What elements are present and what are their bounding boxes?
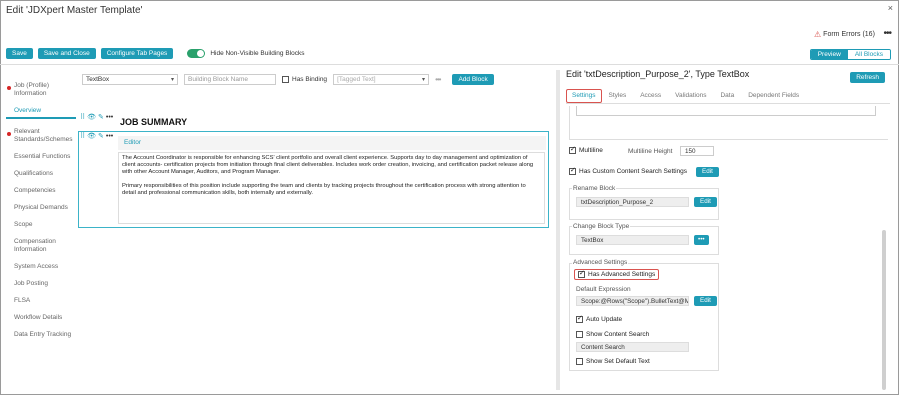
more-options-icon[interactable]: ••• <box>883 28 891 39</box>
hide-non-visible-label: Hide Non-Visible Building Blocks <box>210 50 305 57</box>
has-advanced-box <box>578 269 585 278</box>
multiline-checkbox[interactable]: Multiline <box>569 145 603 154</box>
multiline-box <box>569 145 576 154</box>
toolbar: Save Save and Close Configure Tab Pages … <box>6 48 305 59</box>
editor-paragraph: The Account Coordinator is responsible f… <box>122 155 534 176</box>
form-errors-link[interactable]: ⚠ Form Errors (16) <box>814 30 875 39</box>
custom-search-edit-button[interactable]: Edit <box>696 167 719 177</box>
tab-settings[interactable]: Settings <box>566 89 602 103</box>
sidebar-item-compensation[interactable]: Compensation Information <box>6 238 76 254</box>
show-content-search-label: Show Content Search <box>586 331 650 338</box>
drag-handle-icon[interactable]: ⠿ <box>80 113 85 121</box>
default-expression-label: Default Expression <box>576 286 631 293</box>
chevron-down-icon: ▾ <box>422 77 426 83</box>
custom-search-label: Has Custom Content Search Settings <box>579 168 688 175</box>
default-expression-edit-button[interactable]: Edit <box>694 296 717 306</box>
eye-icon[interactable]: 👁 <box>87 113 96 121</box>
block-type-field[interactable]: TextBox <box>576 235 689 245</box>
toolbar-divider <box>0 64 899 65</box>
block-type-value: TextBox <box>86 76 110 83</box>
auto-update-checkbox[interactable]: Auto Update <box>576 314 623 323</box>
canvas-scrollbar[interactable] <box>556 70 560 390</box>
block-type-more-button[interactable]: ••• <box>694 235 709 245</box>
heading-block-tools: ⠿ 👁 ✎ ••• <box>80 113 113 122</box>
configure-tab-pages-button[interactable]: Configure Tab Pages <box>100 48 174 59</box>
building-block-name-input[interactable]: Building Block Name <box>184 74 276 85</box>
editor-paragraph: Primary responsibilities of this positio… <box>122 182 526 196</box>
close-icon[interactable]: × <box>888 3 893 13</box>
rename-edit-button[interactable]: Edit <box>694 197 717 207</box>
show-content-search-checkbox[interactable]: Show Content Search <box>576 331 649 338</box>
sidebar-item-qualifications[interactable]: Qualifications <box>6 170 76 178</box>
multiline-label: Multiline <box>579 147 603 154</box>
editor-label: Editor <box>118 136 546 150</box>
default-expression-field[interactable]: Scope:@Rows("Scope").BulletText@M <box>576 296 689 306</box>
content-search-field[interactable]: Content Search <box>576 342 689 352</box>
settings-panel: Multiline Multiline Height 150 Has Custo… <box>566 106 888 390</box>
show-set-default-label: Show Set Default Text <box>586 358 650 365</box>
sidebar-item-workflow-details[interactable]: Workflow Details <box>6 314 76 322</box>
sidebar-item-flsa[interactable]: FLSA <box>6 297 76 305</box>
multiline-height-label: Multiline Height <box>628 148 673 155</box>
custom-search-box <box>569 166 576 175</box>
change-block-type-label: Change Block Type <box>572 223 631 230</box>
advanced-settings-label: Advanced Settings <box>572 259 629 266</box>
tab-data[interactable]: Data <box>713 89 741 103</box>
hide-non-visible-toggle[interactable] <box>187 49 206 58</box>
save-and-close-button[interactable]: Save and Close <box>37 48 96 59</box>
panel-scrollbar[interactable] <box>882 230 886 390</box>
add-block-row: TextBox ▾ Building Block Name Has Bindin… <box>82 74 494 85</box>
has-advanced-label: Has Advanced Settings <box>588 271 656 278</box>
sidebar-item-overview[interactable]: Overview <box>6 107 76 119</box>
tab-access[interactable]: Access <box>633 89 668 103</box>
rename-block-label: Rename Block <box>572 185 617 192</box>
has-binding-box <box>282 76 289 83</box>
sidebar-item-data-entry-tracking[interactable]: Data Entry Tracking <box>6 331 76 339</box>
edit-icon[interactable]: ✎ <box>98 113 104 121</box>
sidebar-item-relevant-standards[interactable]: Relevant Standards/Schemes <box>6 128 76 144</box>
sidebar-item-scope[interactable]: Scope <box>6 221 76 229</box>
sidebar-item-job-information[interactable]: Job (Profile) Information <box>6 82 76 98</box>
tab-validations[interactable]: Validations <box>668 89 713 103</box>
sidebar-item-competencies[interactable]: Competencies <box>6 187 76 195</box>
form-errors-label: Form Errors (16) <box>823 31 875 38</box>
tab-dependent-fields[interactable]: Dependent Fields <box>741 89 806 103</box>
more-options-icon[interactable]: ••• <box>435 75 441 84</box>
show-set-default-checkbox[interactable]: Show Set Default Text <box>576 358 650 365</box>
block-name-field[interactable]: txtDescription_Purpose_2 <box>576 197 689 207</box>
multiline-height-input[interactable]: 150 <box>680 146 714 156</box>
sidebar-item-system-access[interactable]: System Access <box>6 263 76 271</box>
preview-tab[interactable]: Preview <box>810 50 848 59</box>
panel-title: Edit 'txtDescription_Purpose_2', Type Te… <box>566 69 750 79</box>
editor-textarea[interactable]: The Account Coordinator is responsible f… <box>118 152 545 224</box>
auto-update-box <box>576 314 583 323</box>
add-block-button[interactable]: Add Block <box>452 74 494 85</box>
view-mode-switch: Preview All Blocks <box>809 49 891 60</box>
chevron-down-icon: ▾ <box>170 77 174 83</box>
has-binding-label: Has Binding <box>292 76 328 83</box>
tagged-text-select[interactable]: [Tagged Text] ▾ <box>333 74 430 85</box>
has-binding-checkbox[interactable]: Has Binding <box>282 76 327 83</box>
sidebar-nav: Job (Profile) Information Overview Relev… <box>6 82 76 348</box>
auto-update-label: Auto Update <box>586 316 623 323</box>
panel-tabs: Settings Styles Access Validations Data … <box>566 89 890 104</box>
all-blocks-tab[interactable]: All Blocks <box>847 50 890 59</box>
warning-icon: ⚠ <box>814 30 822 39</box>
modal-title: Edit 'JDXpert Master Template' <box>6 5 143 16</box>
tagged-text-value: [Tagged Text] <box>337 76 376 83</box>
sidebar-item-job-posting[interactable]: Job Posting <box>6 280 76 288</box>
block-type-select[interactable]: TextBox ▾ <box>82 74 178 85</box>
save-button[interactable]: Save <box>6 48 33 59</box>
show-content-search-box <box>576 331 583 338</box>
section-heading: JOB SUMMARY <box>120 117 188 127</box>
show-set-default-box <box>576 358 583 365</box>
has-advanced-settings-checkbox[interactable]: Has Advanced Settings <box>574 269 660 280</box>
sidebar-item-physical-demands[interactable]: Physical Demands <box>6 204 76 212</box>
setting-input-top[interactable] <box>576 106 876 116</box>
sidebar-item-essential-functions[interactable]: Essential Functions <box>6 153 76 161</box>
custom-search-checkbox[interactable]: Has Custom Content Search Settings <box>569 166 688 175</box>
more-options-icon[interactable]: ••• <box>106 114 113 121</box>
refresh-button[interactable]: Refresh <box>850 72 885 83</box>
tab-styles[interactable]: Styles <box>602 89 634 103</box>
